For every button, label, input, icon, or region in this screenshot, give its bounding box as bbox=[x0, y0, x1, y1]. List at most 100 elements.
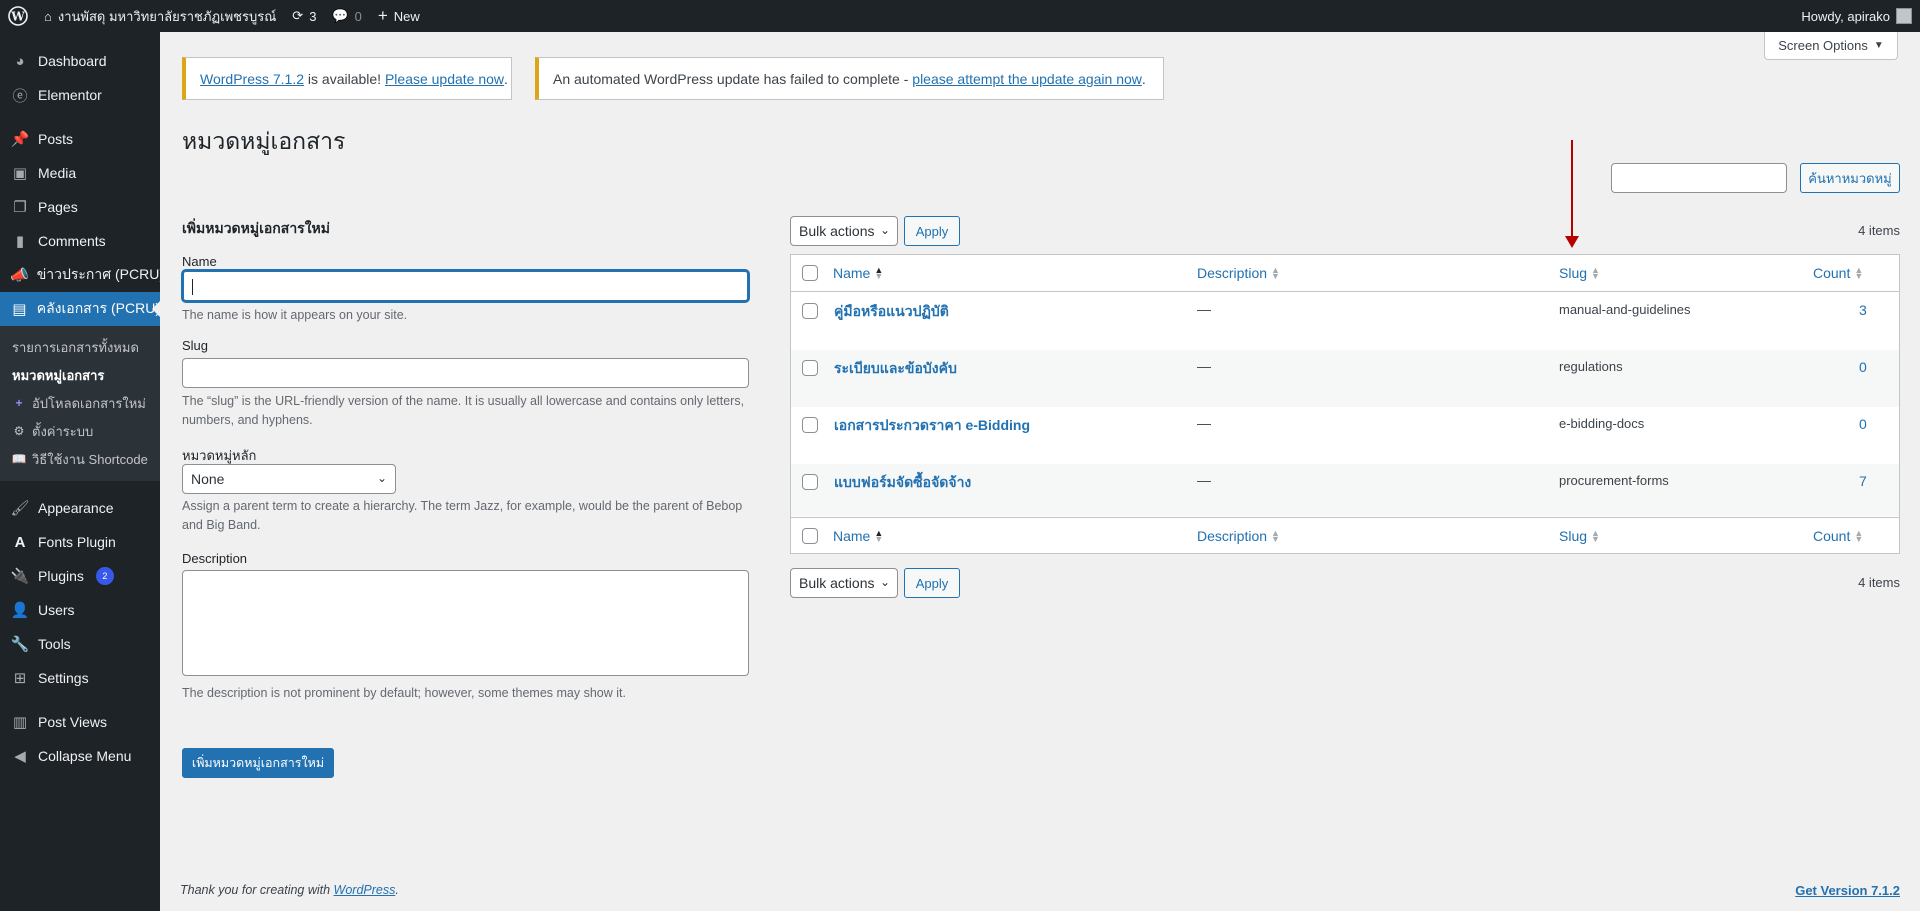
menu-collapse[interactable]: ◀ Collapse Menu bbox=[0, 739, 160, 773]
menu-dashboard[interactable]: ◕ Dashboard bbox=[0, 44, 160, 78]
column-count-header[interactable]: Count ▲ ▼ bbox=[1813, 265, 1863, 281]
period: . bbox=[1141, 70, 1146, 87]
submenu-shortcode-help[interactable]: 📖 วิธีใช้งาน Shortcode bbox=[0, 445, 160, 473]
menu-post-views[interactable]: ▥ Post Views bbox=[0, 705, 160, 739]
category-name-link[interactable]: ระเบียบและข้อบังคับ bbox=[834, 358, 957, 380]
add-category-button[interactable]: เพิ่มหมวดหมู่เอกสารใหม่ bbox=[182, 748, 334, 778]
menu-elementor[interactable]: ⓔ Elementor bbox=[0, 78, 160, 112]
submenu-label: หมวดหมู่เอกสาร bbox=[12, 367, 105, 383]
main-content: Screen Options ▼ WordPress 7.1.2 is avai… bbox=[160, 32, 1920, 911]
description-label: Description bbox=[182, 551, 248, 566]
column-label: Slug bbox=[1559, 265, 1588, 281]
svg-text:W: W bbox=[10, 10, 25, 24]
sort-icon: ▲ ▼ bbox=[1271, 265, 1280, 281]
text-caret bbox=[192, 279, 193, 295]
row-checkbox[interactable] bbox=[802, 360, 818, 376]
column-slug-header[interactable]: Slug ▲ ▼ bbox=[1559, 265, 1600, 281]
parent-category-select[interactable]: None ⌄ bbox=[182, 464, 396, 494]
comments-link[interactable]: 💬 0 bbox=[324, 0, 369, 32]
site-name: งานพัสดุ มหาวิทยาลัยราชภัฏเพชรบูรณ์ bbox=[57, 8, 277, 24]
footer-thanks: Thank you for creating with WordPress. bbox=[180, 883, 399, 897]
submenu-upload-document[interactable]: + อัปโหลดเอกสารใหม่ bbox=[0, 389, 160, 417]
category-name-link[interactable]: แบบฟอร์มจัดซื้อจัดจ้าง bbox=[834, 472, 971, 494]
wordpress-link[interactable]: WordPress bbox=[334, 883, 396, 897]
menu-fonts-plugin[interactable]: A Fonts Plugin bbox=[0, 525, 160, 559]
bulk-actions-select-bottom[interactable]: Bulk actions ⌄ bbox=[790, 568, 898, 598]
menu-pages[interactable]: ❐ Pages bbox=[0, 190, 160, 224]
category-search-input[interactable] bbox=[1611, 163, 1787, 193]
slug-input[interactable] bbox=[182, 358, 749, 388]
submenu-document-categories[interactable]: หมวดหมู่เอกสาร bbox=[0, 361, 160, 389]
category-description: — bbox=[1197, 415, 1211, 431]
column-description-header[interactable]: Description ▲ ▼ bbox=[1197, 265, 1280, 281]
menu-settings[interactable]: ⊞ Settings bbox=[0, 661, 160, 695]
menu-tools[interactable]: 🔧 Tools bbox=[0, 627, 160, 661]
menu-comments[interactable]: ▮ Comments bbox=[0, 224, 160, 258]
elementor-icon: ⓔ bbox=[12, 87, 28, 105]
column-slug-footer[interactable]: Slug ▲ ▼ bbox=[1559, 528, 1600, 544]
settings-icon: ⊞ bbox=[13, 670, 27, 687]
wordpress-version-link[interactable]: WordPress 7.1.2 bbox=[200, 71, 304, 87]
column-name-header[interactable]: Name ▲ ▼ bbox=[833, 265, 883, 281]
row-checkbox[interactable] bbox=[802, 417, 818, 433]
home-icon: ⌂ bbox=[44, 8, 52, 24]
category-count-link[interactable]: 3 bbox=[1859, 302, 1867, 318]
menu-appearance[interactable]: 🖌 Appearance bbox=[0, 491, 160, 525]
chevron-down-icon: ⌄ bbox=[879, 575, 890, 589]
search-categories-button[interactable]: ค้นหาหมวดหมู่ bbox=[1800, 163, 1900, 193]
select-all-checkbox-bottom[interactable] bbox=[802, 528, 818, 544]
failed-notice-text: An automated WordPress update has failed… bbox=[553, 70, 913, 87]
user-icon: 👤 bbox=[10, 602, 30, 619]
select-all-checkbox[interactable] bbox=[802, 265, 818, 281]
please-update-link[interactable]: Please update now bbox=[385, 71, 504, 87]
category-count-link[interactable]: 0 bbox=[1859, 359, 1867, 375]
description-textarea[interactable] bbox=[182, 570, 749, 676]
menu-label: Elementor bbox=[38, 87, 102, 103]
column-name-footer[interactable]: Name ▲ ▼ bbox=[833, 528, 883, 544]
column-label: Description bbox=[1197, 265, 1268, 281]
menu-media[interactable]: ▣ Media bbox=[0, 156, 160, 190]
category-count-link[interactable]: 0 bbox=[1859, 416, 1867, 432]
add-category-title: เพิ่มหมวดหมู่เอกสารใหม่ bbox=[182, 220, 330, 236]
category-name-link[interactable]: คู่มือหรือแนวปฏิบัติ bbox=[834, 301, 949, 323]
row-checkbox[interactable] bbox=[802, 303, 818, 319]
period: . bbox=[504, 70, 508, 87]
name-input[interactable] bbox=[182, 270, 749, 302]
category-slug: regulations bbox=[1559, 359, 1623, 374]
column-description-footer[interactable]: Description ▲ ▼ bbox=[1197, 528, 1280, 544]
column-label: Count bbox=[1813, 528, 1851, 544]
screen-options-label: Screen Options bbox=[1778, 38, 1868, 53]
updates-link[interactable]: ⟳ 3 bbox=[284, 0, 324, 32]
submenu-settings[interactable]: ⚙ ตั้งค่าระบบ bbox=[0, 417, 160, 445]
megaphone-icon: 📣 bbox=[10, 267, 29, 284]
category-count-link[interactable]: 7 bbox=[1859, 473, 1867, 489]
menu-plugins[interactable]: 🔌 Plugins 2 bbox=[0, 559, 160, 593]
column-count-footer[interactable]: Count ▲ ▼ bbox=[1813, 528, 1863, 544]
description-help: The description is not prominent by defa… bbox=[182, 686, 626, 700]
bulk-actions-select-top[interactable]: Bulk actions ⌄ bbox=[790, 216, 898, 246]
site-name-link[interactable]: ⌂ งานพัสดุ มหาวิทยาลัยราชภัฏเพชรบูรณ์ bbox=[36, 0, 284, 32]
get-version-link[interactable]: Get Version 7.1.2 bbox=[1795, 883, 1900, 898]
row-checkbox[interactable] bbox=[802, 474, 818, 490]
submenu-all-documents[interactable]: รายการเอกสารทั้งหมด bbox=[0, 333, 160, 361]
apply-button-bottom[interactable]: Apply bbox=[904, 568, 960, 598]
new-label: New bbox=[393, 8, 420, 24]
caret-down-icon: ▼ bbox=[1873, 40, 1884, 51]
category-name-link[interactable]: เอกสารประกวดราคา e-Bidding bbox=[834, 415, 1030, 437]
new-content-link[interactable]: + New bbox=[370, 0, 428, 32]
attempt-update-link[interactable]: please attempt the update again now bbox=[912, 71, 1142, 87]
screen-options-button[interactable]: Screen Options ▼ bbox=[1764, 32, 1898, 60]
collapse-icon: ◀ bbox=[14, 748, 26, 765]
menu-document-library[interactable]: ▤ คลังเอกสาร (PCRU) bbox=[0, 292, 160, 326]
avatar bbox=[1896, 8, 1912, 24]
chevron-down-icon: ⌄ bbox=[879, 223, 890, 237]
my-account-link[interactable]: Howdy, apirako bbox=[1793, 0, 1920, 32]
menu-users[interactable]: 👤 Users bbox=[0, 593, 160, 627]
apply-button-top[interactable]: Apply bbox=[904, 216, 960, 246]
wrench-icon: 🔧 bbox=[10, 636, 30, 653]
submenu-label: รายการเอกสารทั้งหมด bbox=[12, 339, 139, 355]
menu-announcements[interactable]: 📣 ข่าวประกาศ (PCRU) bbox=[0, 258, 164, 292]
menu-posts[interactable]: 📌 Posts bbox=[0, 122, 160, 156]
menu-label: Post Views bbox=[38, 714, 107, 730]
wordpress-logo-icon[interactable]: W bbox=[0, 0, 36, 32]
